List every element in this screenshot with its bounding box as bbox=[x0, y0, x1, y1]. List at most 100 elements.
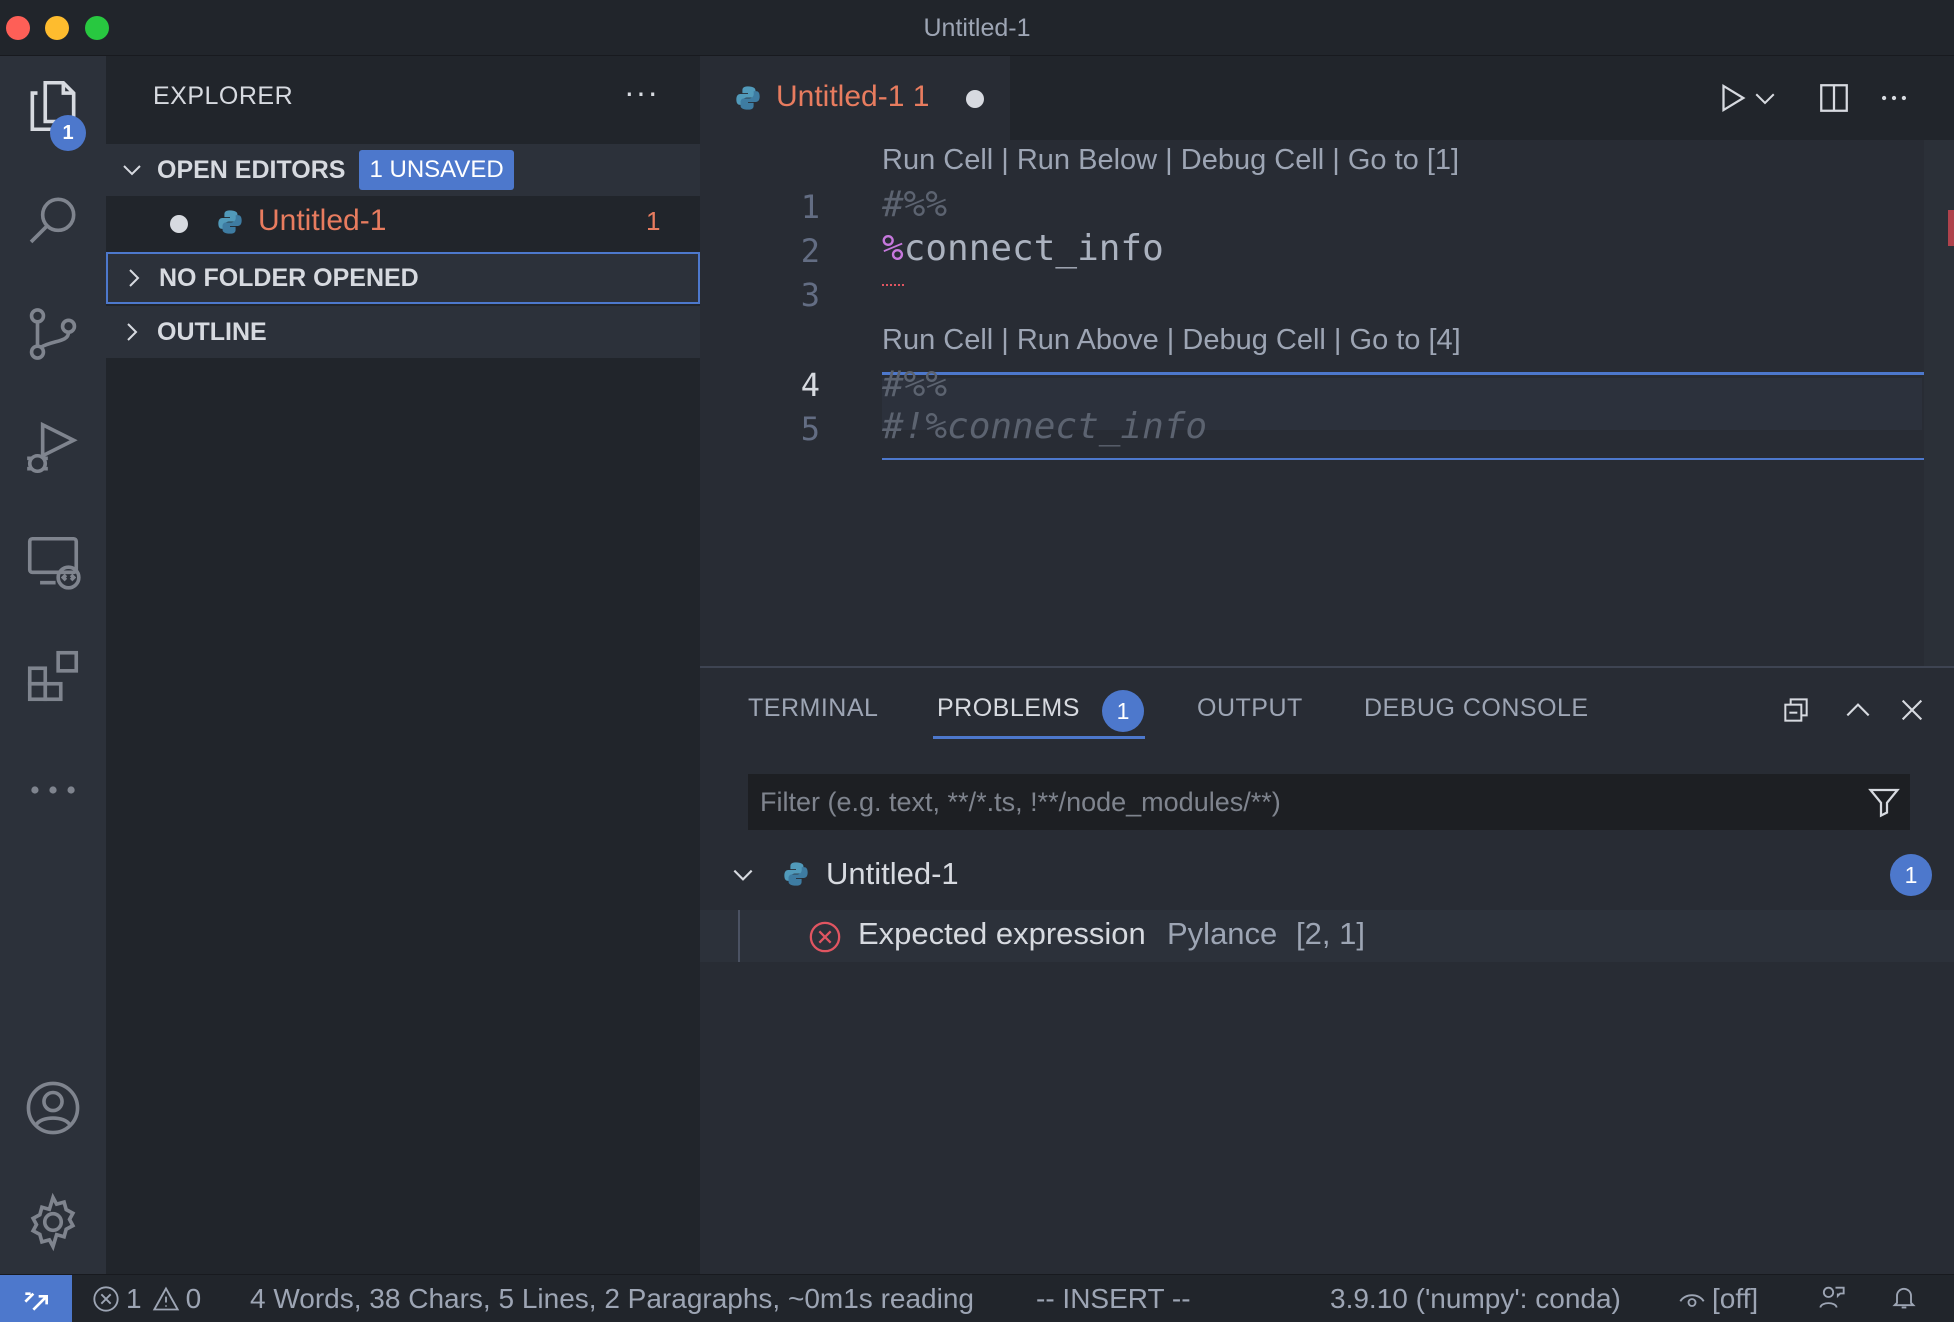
problems-status[interactable]: 1 0 bbox=[92, 1283, 201, 1315]
outline-label: OUTLINE bbox=[157, 317, 267, 346]
feedback-icon bbox=[1819, 1286, 1845, 1308]
sidebar-more-button[interactable]: ··· bbox=[624, 74, 659, 111]
tree-indent-guide bbox=[738, 910, 740, 962]
problems-filter bbox=[748, 774, 1910, 830]
manage-activity[interactable] bbox=[0, 1172, 106, 1272]
open-editors-section[interactable]: OPEN EDITORS 1 UNSAVED bbox=[106, 144, 700, 196]
problems-file-row[interactable]: Untitled-1 1 bbox=[700, 846, 1954, 902]
code-lens-cell-2[interactable]: Run Cell | Run Above | Debug Cell | Go t… bbox=[882, 324, 1461, 357]
line-number: 1 bbox=[800, 188, 820, 226]
tab-output[interactable]: OUTPUT bbox=[1197, 694, 1303, 723]
more-activity[interactable] bbox=[0, 740, 106, 840]
ellipsis-icon bbox=[1881, 95, 1907, 101]
line-number: 3 bbox=[800, 276, 820, 314]
title-bar: Untitled-1 bbox=[0, 0, 1954, 56]
tab-debug-console[interactable]: DEBUG CONSOLE bbox=[1364, 694, 1589, 723]
tab-label: Untitled-1 1 bbox=[776, 80, 930, 113]
error-icon bbox=[93, 1286, 119, 1312]
eye-icon bbox=[1679, 1294, 1705, 1307]
collapse-all-icon bbox=[1784, 698, 1808, 722]
close-icon bbox=[1901, 699, 1923, 721]
tab-dirty-icon[interactable] bbox=[966, 90, 984, 108]
remote-indicator-button[interactable] bbox=[0, 1275, 72, 1322]
unsaved-dot-icon[interactable] bbox=[170, 215, 188, 233]
code-line-1: #%% bbox=[882, 184, 948, 225]
play-icon bbox=[1722, 83, 1746, 113]
gear-icon bbox=[30, 1192, 76, 1252]
sidebar-header: EXPLORER ··· bbox=[106, 56, 700, 140]
warning-count: 0 bbox=[185, 1283, 202, 1314]
problems-file-name: Untitled-1 bbox=[826, 856, 959, 891]
editor-more-button[interactable] bbox=[1874, 78, 1914, 118]
cell-bottom-border bbox=[882, 458, 1954, 460]
chevron-down-icon bbox=[106, 158, 152, 182]
collapse-all-button[interactable] bbox=[1776, 690, 1816, 730]
open-editors-label: OPEN EDITORS bbox=[157, 155, 346, 184]
code-editor[interactable]: Run Cell | Run Below | Debug Cell | Go t… bbox=[700, 140, 1954, 666]
ellipsis-icon bbox=[31, 786, 75, 794]
bottom-panel: TERMINAL PROBLEMS 1 OUTPUT DEBUG CONSOLE… bbox=[700, 666, 1954, 1274]
filter-icon[interactable] bbox=[1866, 784, 1902, 820]
problem-location: [2, 1] bbox=[1296, 916, 1365, 951]
run-debug-activity[interactable] bbox=[0, 398, 106, 498]
maximize-panel-button[interactable] bbox=[1838, 690, 1878, 730]
run-options-dropdown[interactable] bbox=[1750, 78, 1780, 118]
active-tab-indicator bbox=[933, 736, 1145, 739]
source-control-icon bbox=[29, 308, 77, 360]
split-editor-icon bbox=[1820, 84, 1848, 112]
word-count-status[interactable]: 4 Words, 38 Chars, 5 Lines, 2 Paragraphs… bbox=[250, 1283, 974, 1315]
open-editor-item[interactable]: Untitled-1 1 bbox=[106, 196, 700, 250]
search-activity[interactable] bbox=[0, 170, 106, 270]
code-lens-cell-1[interactable]: Run Cell | Run Below | Debug Cell | Go t… bbox=[882, 144, 1459, 177]
source-control-activity[interactable] bbox=[0, 284, 106, 384]
problems-count-badge: 1 bbox=[1102, 690, 1144, 732]
run-file-button[interactable] bbox=[1712, 78, 1752, 118]
python-interpreter-status[interactable]: 3.9.10 ('numpy': conda) bbox=[1330, 1283, 1621, 1315]
remote-icon bbox=[24, 1292, 48, 1311]
split-editor-button[interactable] bbox=[1814, 78, 1854, 118]
editor-tab-untitled[interactable]: Untitled-1 1 bbox=[700, 56, 1010, 140]
remote-explorer-icon bbox=[27, 536, 81, 590]
chevron-up-icon bbox=[1846, 703, 1870, 717]
open-editor-problem-count: 1 bbox=[646, 206, 661, 236]
editor-tab-bar: Untitled-1 1 bbox=[700, 56, 1954, 140]
chevron-right-icon bbox=[108, 266, 154, 290]
notifications-button[interactable] bbox=[1890, 1283, 1924, 1311]
chevron-down-icon bbox=[1755, 93, 1775, 105]
account-icon bbox=[26, 1081, 80, 1135]
cell-top-border bbox=[882, 372, 1954, 375]
status-bar: 1 0 4 Words, 38 Chars, 5 Lines, 2 Paragr… bbox=[0, 1274, 1954, 1322]
problem-message: Expected expression bbox=[858, 916, 1146, 951]
editor-scrollbar[interactable] bbox=[1924, 140, 1954, 666]
error-count: 1 bbox=[126, 1283, 142, 1314]
sidebar-title: EXPLORER bbox=[153, 82, 294, 110]
problem-source: Pylance bbox=[1167, 916, 1278, 951]
no-folder-section[interactable]: NO FOLDER OPENED bbox=[106, 252, 700, 304]
feedback-button[interactable] bbox=[1818, 1283, 1852, 1311]
activity-bar: 1 bbox=[0, 56, 106, 1274]
explorer-activity[interactable]: 1 bbox=[0, 56, 106, 156]
chevron-down-icon bbox=[733, 869, 753, 881]
warning-icon bbox=[152, 1286, 179, 1311]
watch-status[interactable]: [off] bbox=[1678, 1283, 1758, 1315]
search-icon bbox=[29, 197, 76, 244]
tab-problems[interactable]: PROBLEMS bbox=[937, 694, 1080, 723]
line-number: 2 bbox=[800, 232, 820, 270]
close-panel-button[interactable] bbox=[1892, 690, 1932, 730]
extensions-icon bbox=[27, 650, 79, 702]
run-debug-icon bbox=[27, 421, 78, 474]
editor-actions bbox=[1694, 56, 1954, 140]
problems-filter-input[interactable] bbox=[748, 774, 1848, 830]
accounts-activity[interactable] bbox=[0, 1058, 106, 1158]
code-line-4: #%% bbox=[882, 364, 948, 405]
outline-section[interactable]: OUTLINE bbox=[106, 306, 700, 358]
problems-file-count: 1 bbox=[1890, 854, 1932, 896]
error-marker bbox=[1948, 210, 1954, 246]
problem-item[interactable]: Expected expression Pylance [2, 1] bbox=[700, 910, 1954, 962]
tab-terminal[interactable]: TERMINAL bbox=[748, 694, 878, 723]
extensions-activity[interactable] bbox=[0, 626, 106, 726]
error-squiggle bbox=[882, 280, 904, 286]
code-line-5: #!%connect_info bbox=[882, 406, 1208, 447]
remote-explorer-activity[interactable] bbox=[0, 512, 106, 612]
chevron-right-icon bbox=[106, 320, 152, 344]
